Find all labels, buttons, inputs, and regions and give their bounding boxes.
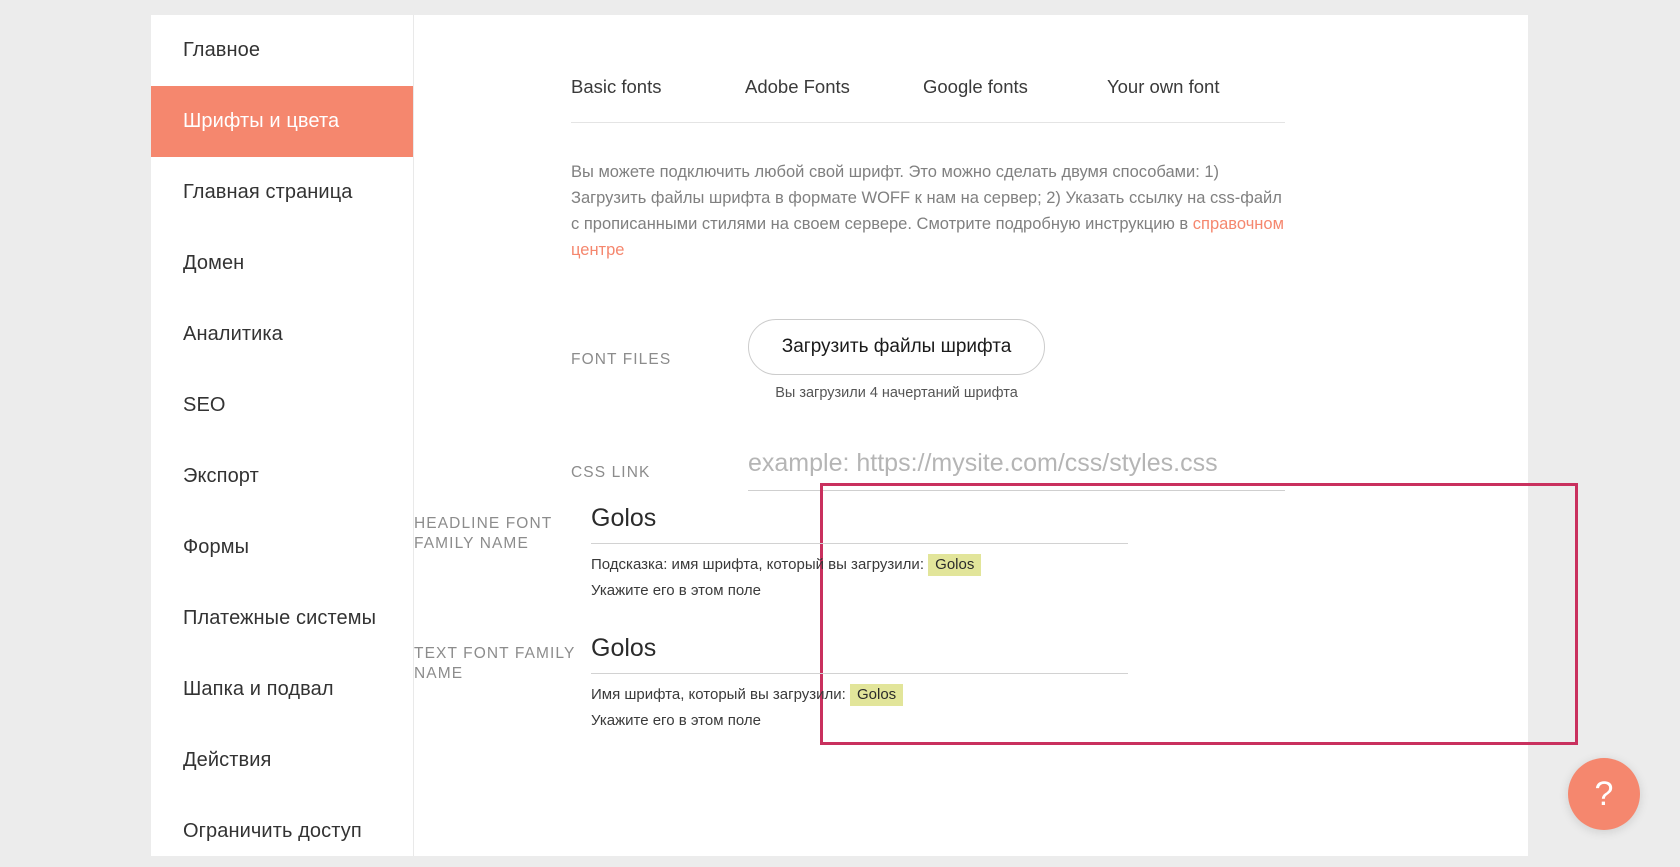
settings-content: Basic fonts Adobe Fonts Google fonts You… (414, 15, 1578, 856)
sidebar-item-label: Домен (183, 252, 245, 274)
text-font-family-row: TEXT FONT FAMILY NAME Имя шрифта, которы… (414, 634, 1128, 733)
headline-font-hint: Подсказка: имя шрифта, который вы загруз… (591, 553, 1128, 577)
text-font-hint-mark: Golos (850, 684, 904, 706)
css-link-input[interactable] (748, 449, 1285, 491)
sidebar-item-label: Аналитика (183, 323, 283, 345)
sidebar-item-fonts-and-colors[interactable]: Шрифты и цвета (151, 86, 413, 157)
headline-font-family-row: HEADLINE FONT FAMILY NAME Подсказка: имя… (414, 504, 1128, 603)
headline-font-hint-mark: Golos (928, 554, 982, 576)
sidebar-item-export[interactable]: Экспорт (151, 441, 413, 512)
description-body: Вы можете подключить любой свой шрифт. Э… (571, 163, 1282, 233)
sidebar-item-domain[interactable]: Домен (151, 228, 413, 299)
text-font-family-input[interactable] (591, 634, 1128, 674)
sidebar-item-label: Шрифты и цвета (183, 110, 340, 132)
sidebar-item-label: Ограничить доступ (183, 820, 362, 842)
headline-font-hint-second: Укажите его в этом поле (591, 582, 761, 599)
sidebar-item-label: Действия (183, 749, 272, 771)
upload-button-label: Загрузить файлы шрифта (781, 336, 1012, 357)
headline-font-family-input[interactable] (591, 504, 1128, 544)
tab-label: Adobe Fonts (745, 76, 850, 97)
sidebar-item-forms[interactable]: Формы (151, 512, 413, 583)
description-text: Вы можете подключить любой свой шрифт. Э… (571, 159, 1284, 263)
text-font-hint-second: Укажите его в этом поле (591, 712, 761, 729)
sidebar-item-header-and-footer[interactable]: Шапка и подвал (151, 654, 413, 725)
headline-font-family-label: HEADLINE FONT FAMILY NAME (414, 515, 553, 552)
sidebar-item-label: Главное (183, 39, 261, 61)
app-root: Главное Шрифты и цвета Главная страница … (0, 0, 1680, 856)
sidebar-item-label: Платежные системы (183, 607, 377, 629)
tab-label: Google fonts (923, 76, 1028, 97)
tab-label: Basic fonts (571, 76, 662, 97)
tab-basic-fonts[interactable]: Basic fonts (571, 76, 745, 98)
sidebar-item-label: Экспорт (183, 465, 259, 487)
sidebar-item-label: Формы (183, 536, 250, 558)
help-button[interactable]: ? (1568, 758, 1640, 830)
font-files-label: FONT FILES (571, 351, 672, 368)
upload-font-files-button[interactable]: Загрузить файлы шрифта (748, 319, 1045, 375)
headline-font-hint-prefix: Подсказка: имя шрифта, который вы загруз… (591, 556, 924, 573)
tab-your-own-font[interactable]: Your own font (1107, 76, 1285, 98)
sidebar-item-restrict-access[interactable]: Ограничить доступ (151, 796, 413, 867)
uploaded-fonts-note: Вы загрузили 4 начертаний шрифта (775, 385, 1018, 401)
sidebar-item-label: SEO (183, 394, 226, 416)
css-link-field (748, 449, 1528, 491)
text-font-hint: Имя шрифта, который вы загрузили: Golos (591, 683, 1128, 707)
sidebar-item-glavnoe[interactable]: Главное (151, 15, 413, 86)
font-source-tabs: Basic fonts Adobe Fonts Google fonts You… (571, 76, 1285, 123)
text-font-family-field: Имя шрифта, который вы загрузили: Golos … (591, 634, 1128, 733)
settings-card: Главное Шрифты и цвета Главная страница … (151, 15, 1578, 856)
sidebar-item-analytics[interactable]: Аналитика (151, 299, 413, 370)
sidebar-item-payment-systems[interactable]: Платежные системы (151, 583, 413, 654)
sidebar-item-actions[interactable]: Действия (151, 725, 413, 796)
font-files-field: Загрузить файлы шрифта Вы загрузили 4 на… (748, 319, 1528, 401)
sidebar-item-label: Шапка и подвал (183, 678, 334, 700)
text-font-hint-prefix: Имя шрифта, который вы загрузили: (591, 686, 846, 703)
question-mark-icon: ? (1594, 774, 1614, 813)
tab-google-fonts[interactable]: Google fonts (923, 76, 1107, 98)
css-link-row: CSS LINK (571, 449, 1528, 491)
sidebar-item-home-page[interactable]: Главная страница (151, 157, 413, 228)
headline-font-family-field: Подсказка: имя шрифта, который вы загруз… (591, 504, 1128, 603)
tab-label: Your own font (1107, 76, 1220, 97)
tab-adobe-fonts[interactable]: Adobe Fonts (745, 76, 923, 98)
font-files-row: FONT FILES Загрузить файлы шрифта Вы заг… (571, 319, 1528, 401)
css-link-label: CSS LINK (571, 464, 651, 481)
settings-sidebar: Главное Шрифты и цвета Главная страница … (151, 15, 414, 856)
sidebar-item-seo[interactable]: SEO (151, 370, 413, 441)
text-font-family-label: TEXT FONT FAMILY NAME (414, 645, 576, 682)
sidebar-item-label: Главная страница (183, 181, 353, 203)
